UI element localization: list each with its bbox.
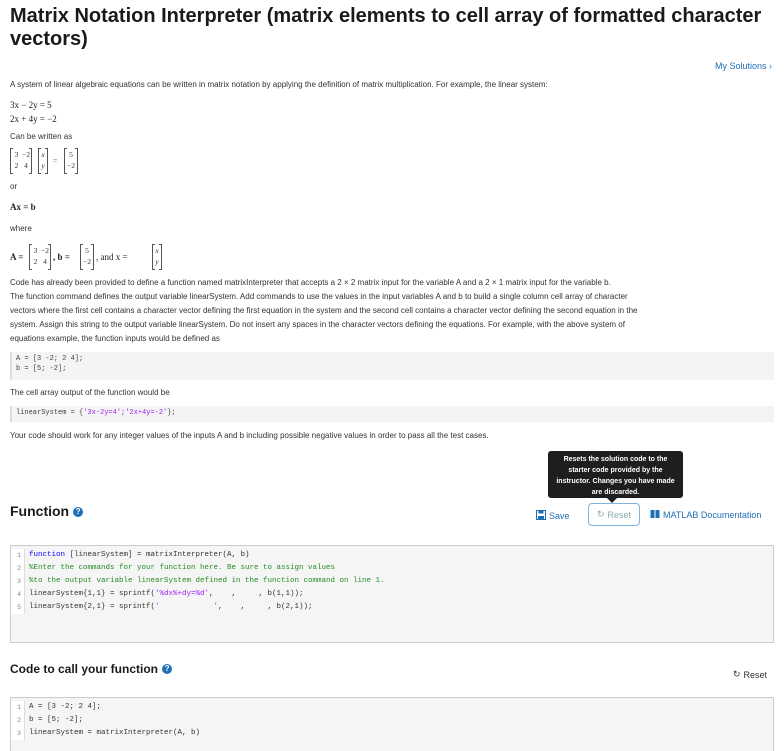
description-line-5: equations example, the function inputs w… (10, 334, 220, 343)
code-line[interactable]: 1 function [linearSystem] = matrixInterpr… (11, 549, 773, 562)
line-number: 3 (11, 575, 25, 588)
equals-sign: = (53, 156, 58, 165)
help-icon[interactable]: ? (73, 507, 84, 517)
line-number: 3 (11, 727, 25, 740)
intro-text: A system of linear algebraic equations c… (10, 80, 548, 89)
call-heading: Code to call your function? (10, 662, 173, 676)
code-token: linearSystem = matrixInterpreter(A, b) (29, 729, 201, 737)
code-token: b = [5; -2]; (29, 716, 84, 724)
page-title: Matrix Notation Interpreter (matrix elem… (10, 5, 762, 50)
output-suffix: }; (167, 409, 176, 417)
call-reset-button[interactable]: ↻ Reset (733, 669, 767, 680)
and-x-label: , and x = (96, 252, 128, 262)
save-button[interactable]: Save (536, 510, 570, 522)
function-heading: Function? (10, 503, 84, 519)
equation-1: 3x − 2y = 5 (10, 100, 52, 110)
example-inputs-code: A = [3 -2; 2 4]; b = [5; -2]; (10, 352, 774, 380)
matlab-documentation-link[interactable]: MATLAB Documentation (650, 509, 761, 521)
code-text[interactable]: %to the output variable linearSystem def… (25, 575, 385, 588)
code-keyword: function (29, 551, 66, 559)
code-line[interactable]: 2 %Enter the commands for your function h… (11, 562, 773, 575)
function-code-editor[interactable]: 1 function [linearSystem] = matrixInterpr… (10, 545, 774, 643)
code-text[interactable]: linearSystem{1,1} = sprintf('%dx%+dy=%d'… (25, 588, 304, 601)
b-label: , b = (53, 252, 70, 262)
code-string: ' ' (155, 603, 219, 611)
code-token: linearSystem{1,1} = sprintf( (29, 590, 156, 598)
code-line[interactable]: 1 A = [3 -2; 2 4]; (11, 701, 773, 714)
help-icon[interactable]: ? (162, 664, 173, 674)
vector-b: 5 −2 (64, 148, 78, 174)
line-number: 5 (11, 601, 25, 614)
code-token: , , , b(1,1)); (209, 590, 304, 598)
line-number: 4 (11, 588, 25, 601)
code-text[interactable]: function [linearSystem] = matrixInterpre… (25, 549, 250, 562)
code-string: '%dx%+dy=%d' (155, 590, 210, 598)
code-line[interactable]: 3 %to the output variable linearSystem de… (11, 575, 773, 588)
save-label: Save (549, 511, 570, 521)
line-number: 1 (11, 701, 25, 714)
code-line[interactable]: 3 linearSystem = matrixInterpreter(A, b) (11, 727, 773, 740)
call-reset-label: Reset (743, 669, 767, 680)
A-label: A = (10, 252, 24, 262)
code-token: A = [3 -2; 2 4]; (29, 703, 102, 711)
work-note: Your code should work for any integer va… (10, 431, 489, 440)
code-token: [linearSystem] = matrixInterpreter(A, b) (65, 551, 250, 559)
vector-b-def: 5 −2 (80, 244, 94, 270)
reset-tooltip: Resets the solution code to the starter … (548, 451, 683, 503)
cell-output-text: The cell array output of the function wo… (10, 388, 170, 397)
code-token: , , , b(2,1)); (218, 603, 313, 611)
refresh-icon: ↻ (596, 509, 605, 519)
where-text: where (10, 224, 32, 233)
matrix-A: 3 −2 2 4 (10, 148, 32, 174)
code-comment: %Enter the commands for your function he… (29, 564, 336, 572)
my-solutions-link[interactable]: My Solutions › (715, 61, 772, 71)
reset-button[interactable]: ↻ Reset (588, 503, 640, 526)
matrix-A-def: 3 −2 2 4 (29, 244, 51, 270)
vector-x: x y (38, 148, 48, 174)
code-text[interactable]: %Enter the commands for your function he… (25, 562, 335, 575)
output-prefix: linearSystem = { (16, 409, 84, 417)
code-text[interactable]: A = [3 -2; 2 4]; (25, 701, 101, 714)
can-be-written-text: Can be written as (10, 132, 73, 141)
vector-x-def: x y (152, 244, 162, 270)
example-output-code: linearSystem = {'3x-2y=4';'2x+4y=-2'}; (10, 406, 774, 422)
or-text: or (10, 182, 18, 191)
description-line-2: The function command defines the output … (10, 292, 628, 301)
code-text[interactable]: linearSystem = matrixInterpreter(A, b) (25, 727, 200, 740)
save-icon (536, 510, 546, 522)
reset-label: Reset (607, 509, 632, 520)
code-line[interactable]: 2 b = [5; -2]; (11, 714, 773, 727)
line-number: 1 (11, 549, 25, 562)
ax-equals-b: Ax = b (10, 202, 36, 212)
description-line-1: Code has already been provided to define… (10, 278, 611, 287)
example-line-1: A = [3 -2; 2 4]; (16, 355, 84, 363)
line-number: 2 (11, 714, 25, 727)
code-token: linearSystem{2,1} = sprintf( (29, 603, 156, 611)
matlab-doc-label: MATLAB Documentation (663, 510, 762, 520)
code-line[interactable]: 4 linearSystem{1,1} = sprintf('%dx%+dy=%d… (11, 588, 773, 601)
code-text[interactable]: linearSystem{2,1} = sprintf(' ', , , b(2… (25, 601, 313, 614)
refresh-icon: ↻ (732, 669, 741, 679)
code-line[interactable]: 5 linearSystem{2,1} = sprintf(' ', , , b(… (11, 601, 773, 614)
line-number: 2 (11, 562, 25, 575)
code-comment: %to the output variable linearSystem def… (29, 577, 385, 585)
description-line-4: system. Assign this string to the output… (10, 320, 625, 329)
example-line-2: b = [5; -2]; (16, 365, 67, 373)
output-string: '3x-2y=4';'2x+4y=-2' (83, 409, 168, 417)
description-line-3: vectors where the first cell contains a … (10, 306, 638, 315)
equation-2: 2x + 4y = −2 (10, 114, 57, 124)
book-icon (650, 509, 660, 521)
code-text[interactable]: b = [5; -2]; (25, 714, 83, 727)
call-code-editor[interactable]: 1 A = [3 -2; 2 4]; 2 b = [5; -2]; 3 linearSys… (10, 697, 774, 751)
